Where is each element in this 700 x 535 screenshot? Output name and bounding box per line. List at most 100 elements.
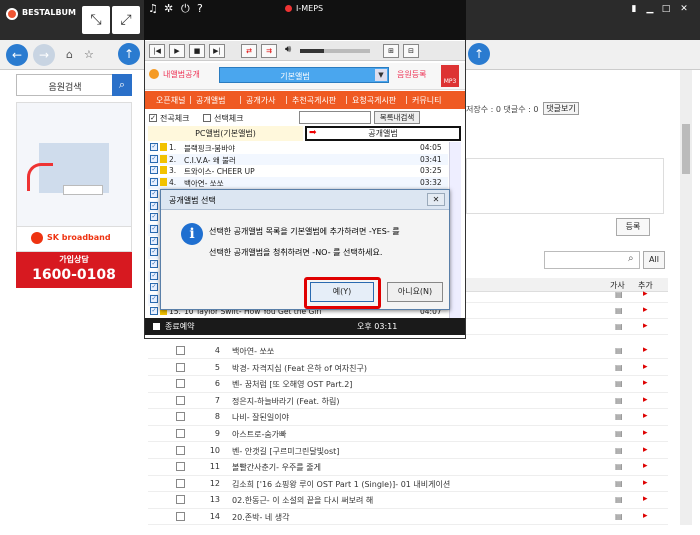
minimize-icon[interactable]: ▁ [642, 4, 658, 18]
list-search-input[interactable] [544, 251, 640, 269]
track-row[interactable]: ✓ 1. 블랙핑크-붐바야 04:05 [148, 142, 448, 154]
add-icon[interactable]: ▸ [643, 289, 648, 299]
check-selected-box[interactable] [203, 114, 211, 122]
row-title[interactable]: 벤- 안갯길 [구르미그린달빛ost] [232, 446, 339, 457]
row-checkbox[interactable] [176, 478, 185, 488]
row-checkbox[interactable] [176, 346, 185, 355]
row-title[interactable]: 벤- 꿈처럼 [또 오해영 OST Part.2] [232, 379, 352, 390]
no-button[interactable]: 아니요(N) [387, 282, 443, 302]
chevron-down-icon[interactable]: ▼ [375, 69, 387, 81]
row-checkbox[interactable] [176, 362, 185, 372]
row-checkbox[interactable] [176, 445, 185, 455]
check-all-box[interactable]: ✓ [149, 114, 157, 122]
track-list-scrollbar[interactable] [449, 142, 461, 318]
help-icon[interactable]: ? [197, 2, 203, 15]
lyrics-icon[interactable]: ▤ [615, 322, 623, 331]
menu-item[interactable]: 요청곡게시판 [352, 95, 396, 106]
dialog-close-icon[interactable]: ✕ [427, 193, 445, 206]
track-checkbox[interactable]: ✓ [150, 154, 158, 163]
add-icon[interactable]: ▸ [643, 428, 648, 438]
my-album-public-label[interactable]: 내앨범공개 [163, 69, 200, 80]
row-title[interactable]: 백아연- 쏘쏘 [232, 346, 274, 357]
table-row[interactable]: 6 벤- 꿈처럼 [또 오해영 OST Part.2] ▤ ▸ [148, 376, 668, 393]
track-checkbox[interactable]: ✓ [150, 143, 158, 151]
lyrics-icon[interactable]: ▤ [615, 479, 623, 488]
add-icon[interactable]: ▸ [643, 321, 648, 331]
track-row[interactable]: ✓ 3. 트와이스- CHEER UP 03:25 [148, 165, 448, 178]
add-icon[interactable]: ▸ [643, 461, 648, 471]
lyrics-icon[interactable]: ▤ [615, 462, 623, 471]
add-icon[interactable]: ▸ [643, 478, 648, 488]
add-icon[interactable]: ▸ [643, 445, 648, 455]
restore-icon[interactable]: ▮ [626, 4, 642, 18]
add-icon[interactable]: ▸ [643, 345, 648, 355]
repeat-icon[interactable]: ⇄ [241, 44, 257, 58]
row-checkbox[interactable] [176, 495, 185, 505]
tab-public-album[interactable]: 공개앨범 [305, 126, 461, 141]
row-checkbox[interactable] [176, 429, 185, 438]
add-icon[interactable]: ▸ [643, 395, 648, 405]
yes-button[interactable]: 예(Y) [310, 282, 374, 302]
track-checkbox[interactable]: ✓ [150, 236, 158, 245]
menu-item[interactable]: 추천곡게시판 [292, 95, 336, 106]
lyrics-icon[interactable]: ▤ [615, 379, 623, 388]
track-checkbox[interactable]: ✓ [150, 178, 158, 187]
row-checkbox[interactable] [176, 462, 185, 472]
lyrics-icon[interactable]: ▤ [615, 429, 623, 438]
mp3-icon[interactable]: MP3 [441, 65, 459, 87]
counsel-block[interactable]: 가입상담 1600-0108 [16, 252, 132, 288]
list-mode-icon[interactable]: ⊟ [403, 44, 419, 58]
page-scrollbar-thumb[interactable] [682, 124, 690, 174]
prev-icon[interactable]: |◀ [149, 44, 165, 58]
add-icon[interactable]: ▸ [643, 305, 648, 315]
track-row[interactable]: ✓ 2. C.I.V.A- 왜 불러 03:41 [148, 153, 448, 166]
up-arrow-icon-right[interactable]: ↑ [468, 43, 490, 65]
add-icon[interactable]: ▸ [643, 378, 648, 388]
track-row[interactable]: ✓ 4. 백아연- 쏘쏘 03:32 [148, 177, 448, 189]
row-title[interactable]: 김소희 ['16 쇼핑왕 루이 OST Part 1 (Single)]- 01… [232, 479, 450, 490]
stop-icon[interactable]: ■ [189, 44, 205, 58]
play-icon[interactable]: ▶ [169, 44, 185, 58]
comment-input[interactable] [466, 158, 664, 214]
lyrics-icon[interactable]: ▤ [615, 346, 623, 355]
in-list-search-input[interactable] [299, 111, 371, 124]
table-row[interactable]: 11 볼빨간사춘기- 우주를 줄게 ▤ ▸ [148, 459, 668, 476]
favorite-icon[interactable]: ☆ [84, 48, 94, 61]
table-row[interactable]: 8 나비- 잘된일이야 ▤ ▸ [148, 409, 668, 426]
mini-mode-icon[interactable]: ⊞ [383, 44, 399, 58]
track-checkbox[interactable]: ✓ [150, 271, 158, 280]
lyrics-icon[interactable]: ▤ [615, 306, 623, 315]
shutdown-reserve-box[interactable] [153, 323, 160, 330]
lyrics-icon[interactable]: ▤ [615, 396, 623, 405]
in-list-search-button[interactable]: 목록내검색 [374, 111, 420, 124]
album-select[interactable]: 기본앨범 ▼ [219, 67, 389, 83]
shrink-icon[interactable]: ⤡ [82, 6, 110, 34]
row-title[interactable]: 아스트로-숨가빠 [232, 429, 286, 440]
up-arrow-icon[interactable]: ↑ [118, 43, 140, 65]
track-checkbox[interactable]: ✓ [150, 306, 158, 315]
lyrics-icon[interactable]: ▤ [615, 412, 623, 421]
forward-icon[interactable]: → [33, 44, 55, 66]
menu-item[interactable]: 공개가사 [246, 95, 275, 106]
table-row[interactable]: 12 김소희 ['16 쇼핑왕 루이 OST Part 1 (Single)]- … [148, 476, 668, 493]
all-button[interactable]: All [643, 251, 665, 269]
table-row[interactable]: 13 02.한동근- 이 소설의 끝을 다시 써보려 해 ▤ ▸ [148, 492, 668, 509]
lyrics-icon[interactable]: ▤ [615, 363, 623, 372]
add-icon[interactable]: ▸ [643, 411, 648, 421]
lyrics-icon[interactable]: ▤ [615, 512, 623, 521]
expand-icon[interactable]: ⤢ [112, 6, 140, 34]
back-icon[interactable]: ← [6, 44, 28, 66]
track-checkbox[interactable]: ✓ [150, 283, 158, 292]
track-checkbox[interactable]: ✓ [150, 213, 158, 222]
track-checkbox[interactable]: ✓ [150, 189, 158, 198]
list-search-icon[interactable]: ⌕ [628, 253, 634, 264]
home-icon[interactable]: ⌂ [66, 48, 73, 61]
track-checkbox[interactable]: ✓ [150, 260, 158, 268]
row-title[interactable]: 02.한동근- 이 소설의 끝을 다시 써보려 해 [232, 495, 373, 506]
next-icon[interactable]: ▶| [209, 44, 225, 58]
gear-icon[interactable]: ✲ [164, 2, 173, 15]
register-button[interactable]: 등록 [616, 218, 650, 236]
add-icon[interactable]: ▸ [643, 494, 648, 504]
table-row[interactable]: 9 아스트로-숨가빠 ▤ ▸ [148, 426, 668, 443]
menu-item[interactable]: 커뮤니티 [412, 95, 441, 106]
